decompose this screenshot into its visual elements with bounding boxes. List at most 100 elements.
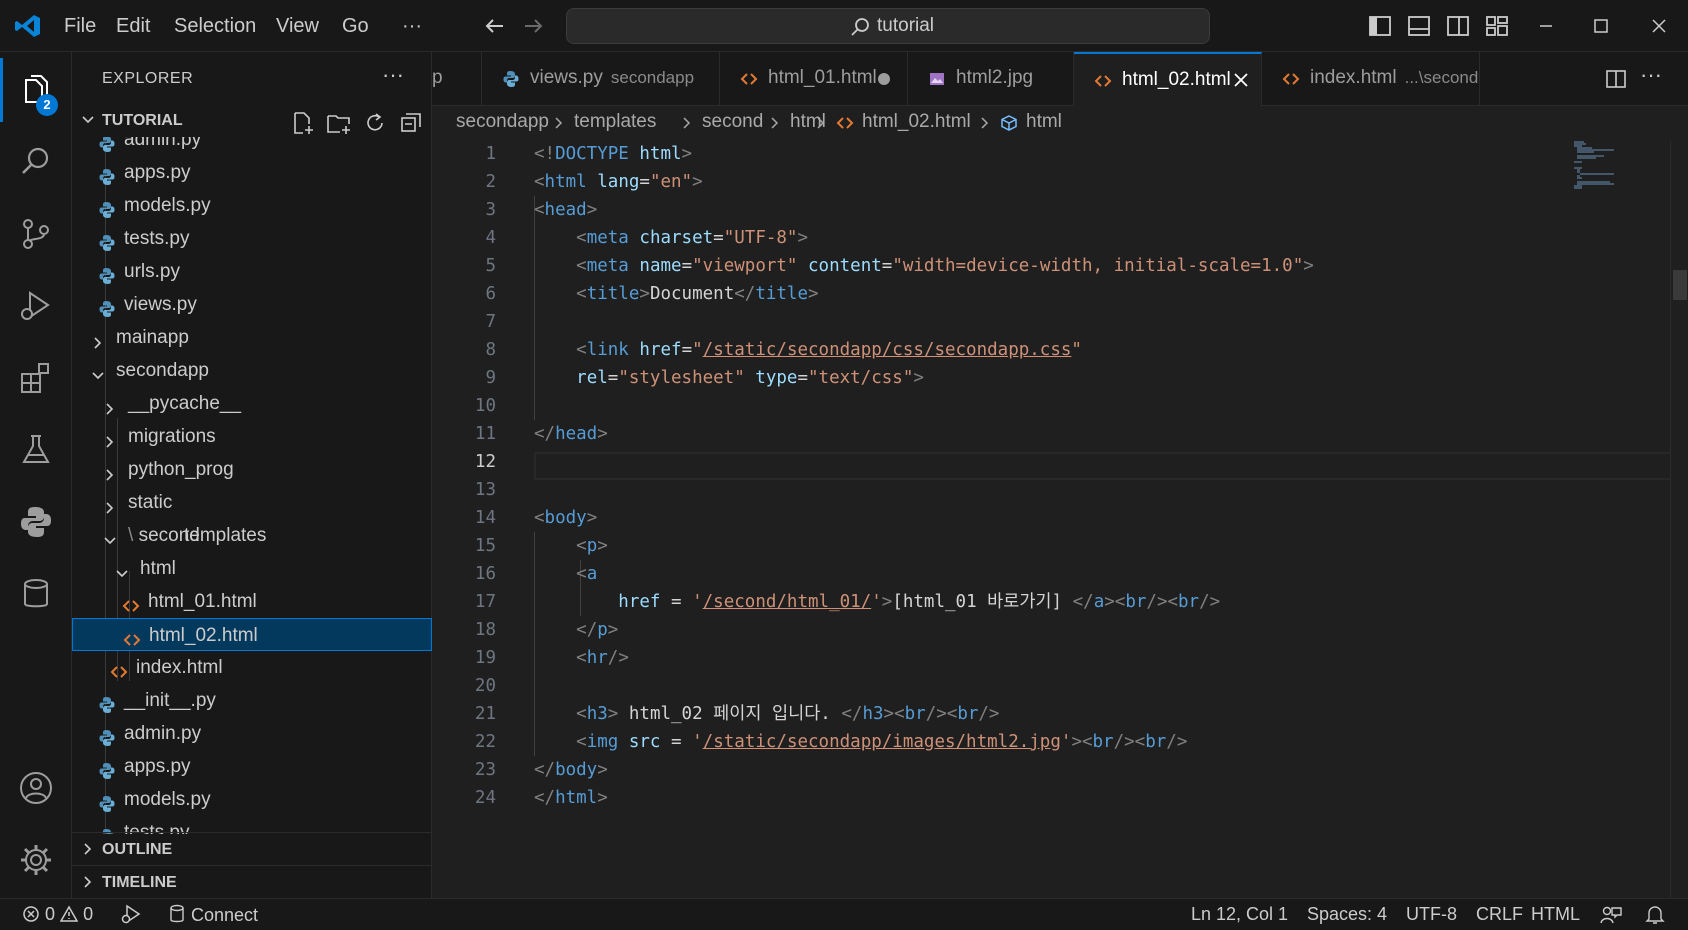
activity-database[interactable]	[0, 558, 72, 630]
tree-item-label: __pycache__	[128, 393, 242, 414]
breadcrumb-item[interactable]: templates	[574, 111, 656, 133]
vertical-scrollbar[interactable]	[1670, 140, 1688, 898]
end-of-line[interactable]: CRLF	[1476, 904, 1523, 925]
toggle-secondary-sidebar-icon[interactable]	[1444, 12, 1472, 40]
activity-extensions[interactable]	[0, 342, 72, 414]
debug-status[interactable]	[120, 904, 142, 929]
toggle-primary-sidebar-icon[interactable]	[1366, 12, 1394, 40]
minimize-icon[interactable]	[1532, 12, 1560, 40]
split-editor-icon[interactable]	[1604, 67, 1628, 91]
back-arrow-icon[interactable]	[481, 12, 509, 40]
tree-item-tests-py[interactable]: tests.py	[72, 222, 432, 255]
breadcrumb-item[interactable]: second	[702, 111, 763, 133]
menu-file[interactable]: File	[56, 0, 104, 52]
menu-edit[interactable]: Edit	[108, 0, 158, 52]
warning-count: 0	[83, 904, 94, 924]
tree-item-html[interactable]: html	[72, 552, 432, 585]
line-number: 23	[474, 760, 496, 780]
unsaved-dot-icon[interactable]	[878, 73, 890, 85]
breadcrumb-separator-icon	[817, 117, 825, 129]
tree-item-apps-py[interactable]: apps.py	[72, 156, 432, 189]
tree-item-apps-py[interactable]: apps.py	[72, 750, 432, 783]
close-window-icon[interactable]	[1645, 12, 1673, 40]
tree-item-admin-py[interactable]: admin.py	[72, 717, 432, 750]
tree-item-html-01-html[interactable]: html_01.html	[72, 585, 432, 618]
encoding[interactable]: UTF-8	[1406, 904, 1457, 925]
timeline-section-header[interactable]: TIMELINE	[72, 865, 432, 898]
line-number: 24	[474, 788, 496, 808]
breadcrumb-item[interactable]: html	[1026, 111, 1062, 133]
code-editor[interactable]: 1 2 3 4 5 6 7 8 9 10 11 12 13 14 15 16 17 18 19 20 21 22 23 24 …	[432, 140, 1688, 898]
tab-html2-jpg[interactable]: html2.jpg	[908, 52, 1074, 106]
tree-item-admin-py[interactable]: admin.py	[72, 137, 432, 156]
tree-item-secondapp[interactable]: secondapp	[72, 354, 432, 387]
tree-item-migrations[interactable]: migrations	[72, 420, 432, 453]
language-mode[interactable]: HTML	[1531, 904, 1580, 925]
chevron-right-icon	[84, 876, 92, 888]
menu-go[interactable]: Go	[334, 0, 377, 52]
tree-item-index-html[interactable]: index.html	[72, 651, 432, 684]
tree-item-init-py[interactable]: __init__.py	[72, 684, 432, 717]
collapse-all-icon[interactable]	[398, 110, 424, 136]
activity-run-debug[interactable]	[0, 270, 72, 342]
menu-view[interactable]: View	[268, 0, 327, 52]
new-folder-icon[interactable]	[326, 110, 352, 136]
tree-item-label: templates	[184, 525, 267, 546]
activity-search[interactable]	[0, 126, 72, 198]
explorer-title: EXPLORER	[102, 70, 194, 87]
forward-arrow-icon[interactable]	[519, 12, 547, 40]
tree-item-label: models.py	[124, 789, 211, 810]
refresh-icon[interactable]	[362, 110, 388, 136]
notifications-bell-icon[interactable]	[1645, 904, 1665, 926]
new-file-icon[interactable]	[290, 110, 316, 136]
activity-manage[interactable]	[0, 824, 72, 896]
menu-selection[interactable]: Selection	[166, 0, 264, 52]
customize-layout-icon[interactable]	[1483, 12, 1511, 40]
tree-item-pycache[interactable]: __pycache__	[72, 387, 432, 420]
tree-item-html-02-html[interactable]: html_02.html	[72, 618, 432, 651]
activity-python[interactable]	[0, 486, 72, 558]
maximize-icon[interactable]	[1587, 12, 1615, 40]
tree-item-models-py[interactable]: models.py	[72, 189, 432, 222]
activity-accounts[interactable]	[0, 752, 72, 824]
breadcrumb-item[interactable]: html_02.html	[862, 111, 971, 133]
activity-explorer[interactable]: 2	[0, 54, 72, 126]
outline-section-header[interactable]: OUTLINE	[72, 832, 432, 865]
problems-indicator[interactable]: 0 0	[22, 904, 93, 925]
tab-html-02-html[interactable]: html_02.html	[1074, 52, 1262, 106]
activity-testing[interactable]	[0, 414, 72, 486]
connect-status[interactable]: Connect	[168, 904, 258, 926]
line-number: 10	[474, 396, 496, 416]
tree-item-python-prog[interactable]: python_prog	[72, 453, 432, 486]
title-bar: File Edit Selection View Go ··· tutorial	[0, 0, 1688, 52]
indentation[interactable]: Spaces: 4	[1307, 904, 1387, 925]
tree-item-templates[interactable]: templates \ second	[72, 519, 432, 552]
python-file-icon	[98, 296, 116, 317]
menu-more[interactable]: ···	[394, 0, 430, 52]
tree-item-urls-py[interactable]: urls.py	[72, 255, 432, 288]
tab-views-py[interactable]: views.py secondapp	[482, 52, 720, 106]
close-tab-icon[interactable]	[1232, 71, 1250, 89]
command-center-search[interactable]: tutorial	[566, 8, 1210, 44]
editor-more-actions-button[interactable]: ···	[1640, 62, 1662, 88]
tab-index-html[interactable]: index.html ...\second	[1262, 52, 1480, 106]
chevron-down-icon	[90, 362, 108, 380]
code-line-9: rel="stylesheet" type="text/css">	[576, 368, 924, 388]
explorer-more-button[interactable]: ···	[382, 62, 404, 88]
minimap[interactable]	[1574, 140, 1634, 200]
tab-label: p	[432, 67, 443, 89]
feedback-icon[interactable]	[1600, 905, 1622, 925]
breadcrumb-item[interactable]: secondapp	[456, 111, 549, 133]
flask-icon	[22, 435, 50, 463]
search-icon	[22, 147, 49, 174]
tree-item-views-py[interactable]: views.py	[72, 288, 432, 321]
tree-item-mainapp[interactable]: mainapp	[72, 321, 432, 354]
cursor-position[interactable]: Ln 12, Col 1	[1191, 904, 1288, 925]
scrollbar-thumb[interactable]	[1673, 270, 1687, 300]
toggle-panel-icon[interactable]	[1405, 12, 1433, 40]
tab-p[interactable]: p	[432, 52, 482, 106]
tree-item-static[interactable]: static	[72, 486, 432, 519]
tree-item-models-py[interactable]: models.py	[72, 783, 432, 816]
activity-source-control[interactable]	[0, 198, 72, 270]
tab-html-01-html[interactable]: html_01.html	[720, 52, 908, 106]
